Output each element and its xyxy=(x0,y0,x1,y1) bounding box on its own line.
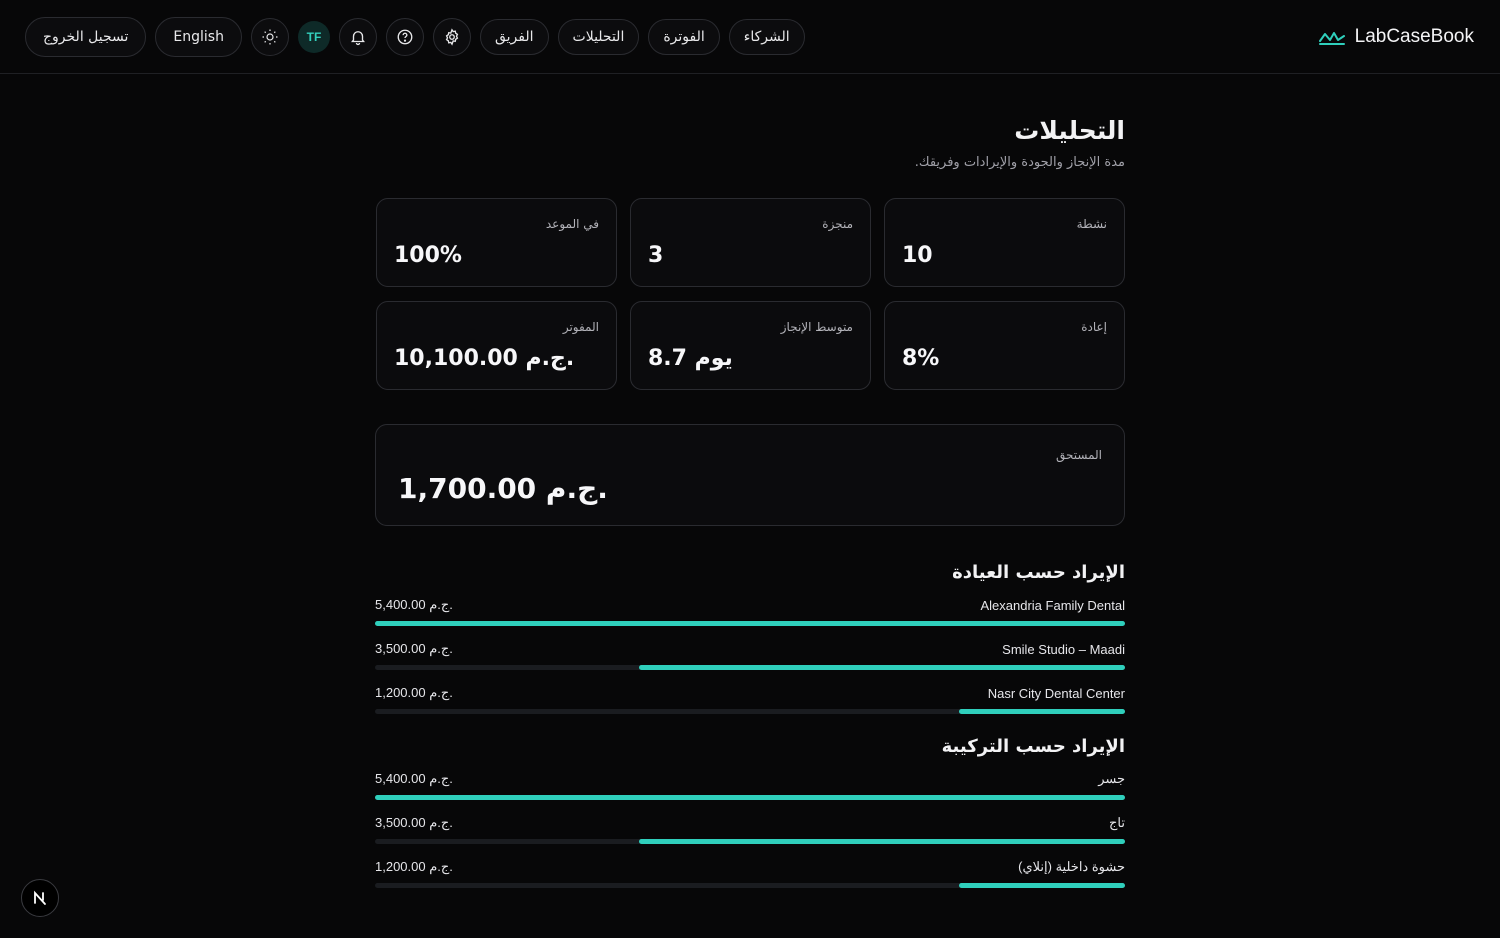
stat-value: 3 xyxy=(648,243,664,268)
stat-value: 8.7 يوم xyxy=(648,346,733,371)
brand[interactable]: LabCaseBook xyxy=(1318,25,1474,48)
progress-fill xyxy=(958,709,1125,714)
list-item: تاج 3,500.00 ج.م. xyxy=(375,813,1125,844)
settings-button[interactable] xyxy=(432,17,471,56)
revenue-by-type-title: الإيراد حسب التركيبة xyxy=(941,736,1125,757)
stat-value: 8% xyxy=(902,346,940,371)
clinic-name: Smile Studio – Maadi xyxy=(1002,641,1125,657)
progress-fill xyxy=(375,621,1125,626)
stat-card-remake: إعادة 8% xyxy=(884,301,1125,390)
top-bar: LabCaseBook الشركاء الفوترة التحليلات ال… xyxy=(0,0,1500,74)
sun-icon xyxy=(262,29,278,44)
revenue-by-type-list: جسر 5,400.00 ج.م. تاج 3,500.00 ج.م. حشوة… xyxy=(375,769,1125,888)
due-label: المستحق xyxy=(1055,448,1102,462)
stat-card-completed: منجزة 3 xyxy=(630,198,871,287)
revenue-by-clinic-list: Alexandria Family Dental 5,400.00 ج.م. S… xyxy=(375,595,1125,714)
help-button[interactable] xyxy=(385,17,424,56)
progress-track xyxy=(375,665,1125,670)
stat-card-avg-turnaround: متوسط الإنجاز 8.7 يوم xyxy=(630,301,871,390)
question-icon xyxy=(397,29,413,44)
nav-billing[interactable]: الفوترة xyxy=(648,18,720,55)
progress-fill xyxy=(375,795,1125,800)
progress-track xyxy=(375,621,1125,626)
gear-icon xyxy=(445,27,459,46)
clinic-amount: 5,400.00 ج.م. xyxy=(375,597,453,612)
top-nav: الشركاء الفوترة التحليلات الفريق TF Engl… xyxy=(25,16,805,57)
avatar[interactable]: TF xyxy=(297,20,330,53)
bell-icon xyxy=(351,30,365,45)
stat-label: في الموعد xyxy=(545,217,599,231)
brand-name: LabCaseBook xyxy=(1354,25,1474,47)
progress-fill xyxy=(958,883,1125,888)
stat-card-on-time: في الموعد 100% xyxy=(376,198,617,287)
stat-label: منجزة xyxy=(822,217,853,231)
list-item: جسر 5,400.00 ج.م. xyxy=(375,769,1125,800)
type-name: حشوة داخلية (إنلاي) xyxy=(1018,859,1125,874)
stats-grid: نشطة 10 منجزة 3 في الموعد 100% إعادة 8% … xyxy=(375,198,1125,390)
due-card: المستحق 1,700.00 ج.م. xyxy=(375,424,1125,526)
progress-fill xyxy=(639,839,1125,844)
stat-value: 10,100.00 ج.م. xyxy=(394,346,575,371)
stat-value: 100% xyxy=(394,243,462,268)
progress-track xyxy=(375,709,1125,714)
nextjs-devtools-button[interactable] xyxy=(21,879,59,917)
type-name: جسر xyxy=(1098,771,1125,786)
stat-value: 10 xyxy=(902,243,933,268)
clinic-amount: 1,200.00 ج.م. xyxy=(375,685,453,700)
clinic-amount: 3,500.00 ج.م. xyxy=(375,641,453,656)
list-item: Smile Studio – Maadi 3,500.00 ج.م. xyxy=(375,639,1125,670)
stat-label: نشطة xyxy=(1076,217,1107,231)
stat-card-billed: المفوتر 10,100.00 ج.م. xyxy=(376,301,617,390)
stat-label: متوسط الإنجاز xyxy=(780,320,853,334)
progress-fill xyxy=(639,665,1125,670)
nav-partners[interactable]: الشركاء xyxy=(728,18,805,55)
revenue-by-clinic-title: الإيراد حسب العيادة xyxy=(952,562,1125,583)
stat-label: إعادة xyxy=(1081,320,1107,334)
theme-toggle-button[interactable] xyxy=(250,17,289,56)
type-amount: 1,200.00 ج.م. xyxy=(375,859,453,874)
clinic-name: Nasr City Dental Center xyxy=(987,685,1125,701)
notifications-button[interactable] xyxy=(338,17,377,56)
stat-card-active: نشطة 10 xyxy=(884,198,1125,287)
pulse-logo-icon xyxy=(1318,31,1345,45)
due-value: 1,700.00 ج.م. xyxy=(398,472,608,505)
language-button[interactable]: English xyxy=(155,16,242,57)
list-item: Nasr City Dental Center 1,200.00 ج.م. xyxy=(375,683,1125,714)
clinic-name: Alexandria Family Dental xyxy=(980,597,1125,613)
type-amount: 5,400.00 ج.م. xyxy=(375,771,453,786)
nav-analytics[interactable]: التحليلات xyxy=(557,18,640,55)
type-amount: 3,500.00 ج.م. xyxy=(375,815,453,830)
progress-track xyxy=(375,839,1125,844)
stat-label: المفوتر xyxy=(562,320,599,334)
page-title: التحليلات xyxy=(1014,116,1125,145)
list-item: حشوة داخلية (إنلاي) 1,200.00 ج.م. xyxy=(375,857,1125,888)
page-subtitle: مدة الإنجاز والجودة والإيرادات وفريقك. xyxy=(914,155,1125,170)
nav-team[interactable]: الفريق xyxy=(479,18,549,55)
type-name: تاج xyxy=(1109,815,1125,830)
analytics-main: التحليلات مدة الإنجاز والجودة والإيرادات… xyxy=(375,74,1125,901)
progress-track xyxy=(375,883,1125,888)
nextjs-logo-icon xyxy=(34,890,46,905)
list-item: Alexandria Family Dental 5,400.00 ج.م. xyxy=(375,595,1125,626)
progress-track xyxy=(375,795,1125,800)
logout-button[interactable]: تسجيل الخروج xyxy=(25,16,147,57)
